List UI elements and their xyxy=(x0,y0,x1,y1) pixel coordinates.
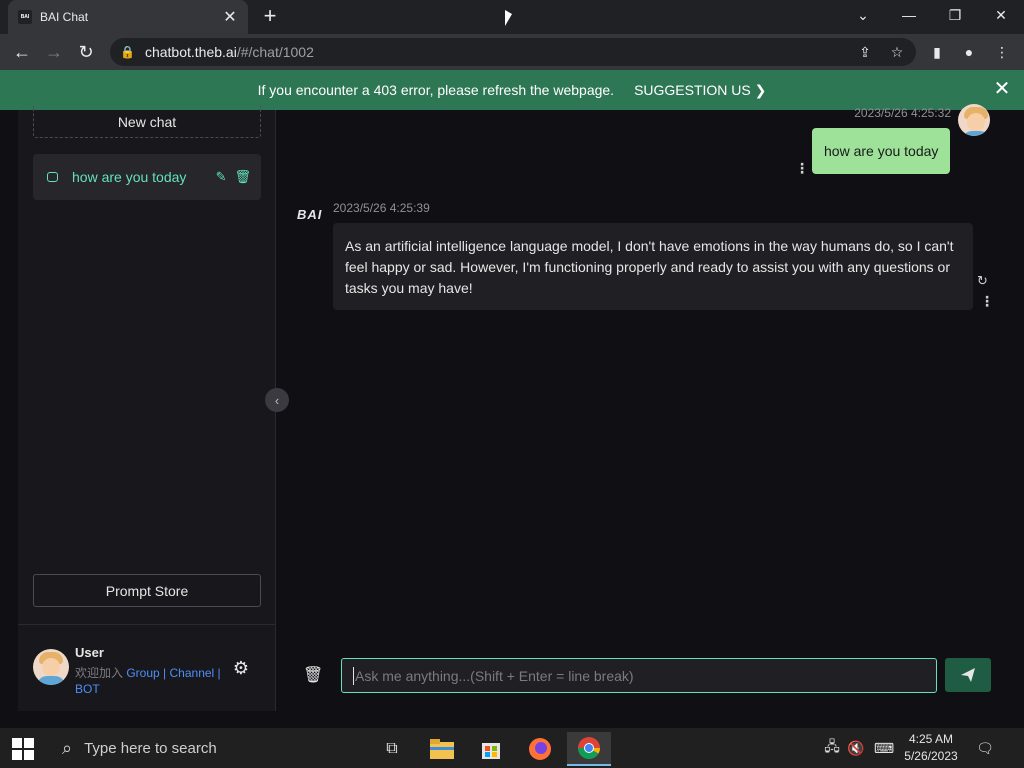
address-bar[interactable]: 🔒 chatbot.theb.ai/#/chat/1002 ⇪ ☆ xyxy=(110,38,916,66)
profile-icon[interactable]: ● xyxy=(957,40,981,64)
url-path: /#/chat/1002 xyxy=(236,44,314,60)
collapse-sidebar-button[interactable]: ‹ xyxy=(265,388,289,412)
taskbar-search[interactable]: ⌕ Type here to search xyxy=(52,728,362,768)
chat-input[interactable]: Ask me anything...(Shift + Enter = line … xyxy=(341,658,937,693)
text-caret xyxy=(353,666,354,685)
close-banner-icon[interactable]: ✕ xyxy=(992,79,1012,100)
menu-kebab-icon[interactable]: ⋮ xyxy=(990,40,1014,64)
side-panel-icon[interactable]: ▮ xyxy=(925,40,949,64)
bot-message-bubble: As an artificial intelligence language m… xyxy=(333,223,973,310)
firefox-icon[interactable] xyxy=(518,732,562,766)
join-text: 欢迎加入 xyxy=(75,666,127,680)
clock-time: 4:25 AM xyxy=(908,732,954,746)
clear-chat-trash-icon[interactable]: 🗑 xyxy=(303,665,323,685)
separator: | xyxy=(159,666,170,680)
url-text: chatbot.theb.ai/#/chat/1002 xyxy=(145,44,314,60)
user-avatar xyxy=(958,104,990,136)
restore-button[interactable]: ❐ xyxy=(932,0,978,30)
sidebar-history-item[interactable]: how are you today ✎ 🗑 xyxy=(33,154,261,200)
send-button[interactable] xyxy=(945,658,991,692)
search-icon: ⌕ xyxy=(62,737,73,758)
suggestion-link[interactable]: SUGGESTION US ❯ xyxy=(634,82,766,99)
delete-icon[interactable]: 🗑 xyxy=(234,169,251,185)
group-link[interactable]: Group xyxy=(126,666,159,680)
sidebar: New chat how are you today ✎ 🗑 Prompt St… xyxy=(18,106,276,711)
user-message-bubble: how are you today xyxy=(812,128,951,174)
taskbar-search-placeholder: Type here to search xyxy=(84,739,217,757)
favicon-icon: BAI xyxy=(18,10,32,24)
send-icon xyxy=(961,668,975,682)
mouse-cursor xyxy=(505,10,512,26)
bot-link[interactable]: BOT xyxy=(75,682,100,696)
close-window-button[interactable]: ✕ xyxy=(978,0,1024,30)
tab-title: BAI Chat xyxy=(40,10,89,24)
new-tab-button[interactable]: + xyxy=(258,5,282,29)
chat-bubble-icon xyxy=(47,172,58,182)
message-menu-icon[interactable]: ⋮ xyxy=(795,160,809,177)
forward-icon[interactable]: → xyxy=(42,40,66,64)
network-icon[interactable]: 🖧 xyxy=(822,728,842,768)
chat-main: 2023/5/26 4:25:32 how are you today ⋮ BA… xyxy=(277,104,1006,711)
prompt-store-button[interactable]: Prompt Store xyxy=(33,574,261,607)
avatar xyxy=(958,104,990,136)
windows-start-icon[interactable] xyxy=(12,738,34,760)
browser-tab[interactable]: BAI BAI Chat ✕ xyxy=(8,0,248,34)
chrome-icon[interactable] xyxy=(567,732,611,766)
chat-app: New chat how are you today ✎ 🗑 Prompt St… xyxy=(18,104,1006,711)
taskbar-clock[interactable]: 4:25 AM 5/26/2023 xyxy=(900,731,962,765)
notification-icon[interactable]: 🗨 xyxy=(974,728,996,768)
message-menu-icon[interactable]: ⋮ xyxy=(980,293,994,310)
regenerate-icon[interactable]: ↻ xyxy=(977,273,988,289)
banner-message: If you encounter a 403 error, please ref… xyxy=(257,82,615,98)
bookmark-star-icon[interactable]: ☆ xyxy=(886,38,908,66)
minimize-button[interactable]: — xyxy=(886,0,932,30)
reload-icon[interactable]: ↻ xyxy=(74,40,98,64)
microsoft-store-icon[interactable] xyxy=(469,732,513,766)
share-icon[interactable]: ⇪ xyxy=(854,38,876,66)
file-explorer-icon[interactable] xyxy=(420,732,464,766)
lock-icon: 🔒 xyxy=(120,45,135,59)
tab-search-icon[interactable]: ⌄ xyxy=(840,0,886,30)
task-view-icon[interactable]: ⧉ xyxy=(370,732,414,766)
bai-logo: BAI xyxy=(297,207,323,222)
history-item-title: how are you today xyxy=(72,169,187,185)
new-chat-button[interactable]: New chat xyxy=(33,106,261,138)
keyboard-icon[interactable]: ⌨ xyxy=(872,728,896,768)
browser-toolbar: ← → ↻ 🔒 chatbot.theb.ai/#/chat/1002 ⇪ ☆ … xyxy=(0,34,1024,70)
settings-gear-icon[interactable]: ⚙ xyxy=(232,659,250,677)
notice-banner: If you encounter a 403 error, please ref… xyxy=(0,70,1024,110)
edit-icon[interactable]: ✎ xyxy=(216,169,227,185)
url-host: chatbot.theb.ai xyxy=(144,44,237,60)
community-links: 欢迎加入 Group | Channel | BOT xyxy=(75,665,235,697)
clock-date: 5/26/2023 xyxy=(904,749,958,763)
windows-taskbar: ⌕ Type here to search ⧉ 🖧 🔇 ⌨ 4:25 AM 5/… xyxy=(0,728,1024,768)
channel-link[interactable]: Channel xyxy=(170,666,215,680)
sidebar-footer: User 欢迎加入 Group | Channel | BOT ⚙ xyxy=(18,624,276,711)
chat-input-placeholder: Ask me anything...(Shift + Enter = line … xyxy=(355,667,634,684)
user-name: User xyxy=(75,645,104,660)
user-message-time: 2023/5/26 4:25:32 xyxy=(854,106,951,120)
separator: | xyxy=(214,666,221,680)
bot-message-time: 2023/5/26 4:25:39 xyxy=(333,201,430,215)
back-icon[interactable]: ← xyxy=(10,40,34,64)
close-tab-icon[interactable]: ✕ xyxy=(222,7,238,27)
volume-muted-icon[interactable]: 🔇 xyxy=(846,728,866,768)
avatar xyxy=(33,649,69,685)
browser-tabstrip: BAI BAI Chat ✕ + ⌄ — ❐ ✕ xyxy=(0,0,1024,34)
